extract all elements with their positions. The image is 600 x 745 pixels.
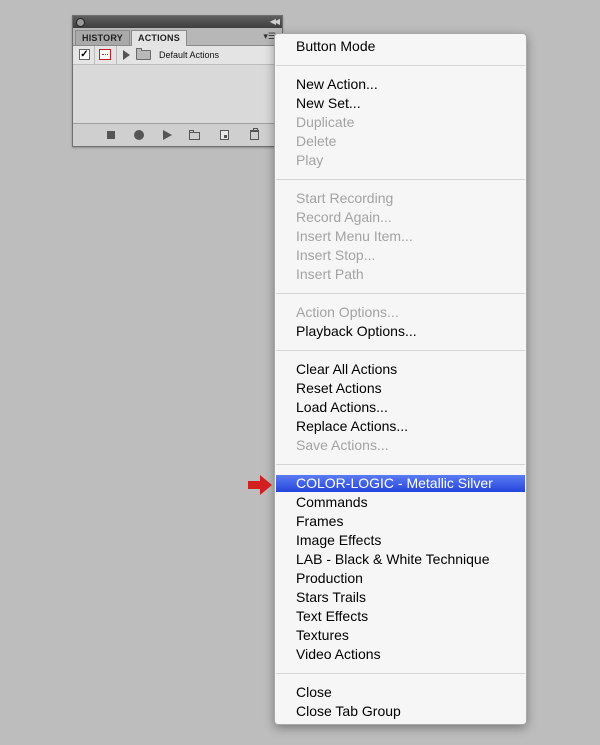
menu-separator bbox=[276, 65, 525, 66]
panel-collapse-icon[interactable]: ◀◀ bbox=[270, 16, 280, 28]
menu-separator bbox=[276, 179, 525, 180]
menu-item[interactable]: Reset Actions bbox=[276, 379, 525, 398]
divider bbox=[116, 46, 117, 64]
menu-item: Record Again... bbox=[296, 209, 392, 225]
menu-item: Save Actions... bbox=[296, 437, 389, 453]
menu-item: Insert Path bbox=[296, 266, 364, 282]
actions-flyout-menu: Button Mode New Action... New Set... Duplic… bbox=[274, 33, 527, 725]
menu-separator bbox=[276, 350, 525, 351]
menu-separator bbox=[276, 673, 525, 674]
menu-item: Insert Stop... bbox=[296, 247, 376, 263]
menu-item[interactable]: Textures bbox=[276, 626, 525, 645]
menu-item: Action Options... bbox=[296, 304, 399, 320]
menu-separator bbox=[276, 293, 525, 294]
menu-item[interactable]: New Action... bbox=[276, 75, 525, 94]
panel-close-icon[interactable] bbox=[76, 18, 85, 27]
menu-item[interactable]: LAB - Black & White Technique bbox=[276, 550, 525, 569]
expand-triangle-icon[interactable] bbox=[123, 50, 130, 60]
menu-item[interactable]: Clear All Actions bbox=[276, 360, 525, 379]
menu-item[interactable]: Replace Actions... bbox=[276, 417, 525, 436]
toggle-dialog-icon[interactable] bbox=[99, 49, 111, 60]
menu-item: Play bbox=[296, 152, 324, 168]
panel-titlebar: ◀◀ bbox=[73, 16, 282, 28]
menu-item[interactable]: Load Actions... bbox=[276, 398, 525, 417]
menu-item[interactable]: Frames bbox=[276, 512, 525, 531]
actions-list: ✓ Default Actions bbox=[73, 46, 282, 125]
menu-item[interactable]: New Set... bbox=[276, 94, 525, 113]
tab-history[interactable]: HISTORY bbox=[75, 30, 130, 45]
menu-separator bbox=[276, 464, 525, 465]
menu-item[interactable]: Button Mode bbox=[276, 37, 525, 56]
menu-item: Start Recording bbox=[296, 190, 394, 206]
action-set-name: Default Actions bbox=[159, 50, 220, 60]
menu-item: Insert Menu Item... bbox=[296, 228, 413, 244]
menu-item: Duplicate bbox=[296, 114, 355, 130]
action-set-row[interactable]: ✓ Default Actions bbox=[73, 46, 282, 65]
red-arrow-icon bbox=[248, 475, 272, 495]
panel-footer bbox=[73, 123, 282, 146]
menu-item[interactable]: COLOR-LOGIC - Metallic Silver bbox=[276, 475, 525, 492]
menu-item[interactable]: Close bbox=[276, 683, 525, 702]
menu-item[interactable]: Video Actions bbox=[276, 645, 525, 664]
menu-item: Delete bbox=[296, 133, 337, 149]
menu-item[interactable]: Text Effects bbox=[276, 607, 525, 626]
play-icon[interactable] bbox=[163, 130, 172, 140]
menu-item[interactable]: Close Tab Group bbox=[276, 702, 525, 721]
record-icon[interactable] bbox=[134, 130, 144, 140]
menu-item[interactable]: Commands bbox=[276, 493, 525, 512]
trash-icon[interactable] bbox=[250, 128, 259, 140]
new-action-icon[interactable] bbox=[220, 130, 229, 140]
tab-actions[interactable]: ACTIONS bbox=[131, 30, 187, 46]
new-set-icon[interactable] bbox=[189, 130, 200, 140]
panel-tabbar: HISTORY ACTIONS ▾☰ bbox=[73, 28, 282, 46]
divider bbox=[94, 46, 95, 64]
menu-item[interactable]: Production bbox=[276, 569, 525, 588]
folder-icon bbox=[136, 48, 151, 60]
menu-item[interactable]: Playback Options... bbox=[276, 322, 525, 341]
menu-item[interactable]: Stars Trails bbox=[276, 588, 525, 607]
actions-panel: ◀◀ HISTORY ACTIONS ▾☰ ✓ Default Actions bbox=[72, 15, 283, 147]
menu-item[interactable]: Image Effects bbox=[276, 531, 525, 550]
toggle-item-checkbox[interactable]: ✓ bbox=[79, 49, 90, 60]
stop-icon[interactable] bbox=[107, 131, 115, 139]
